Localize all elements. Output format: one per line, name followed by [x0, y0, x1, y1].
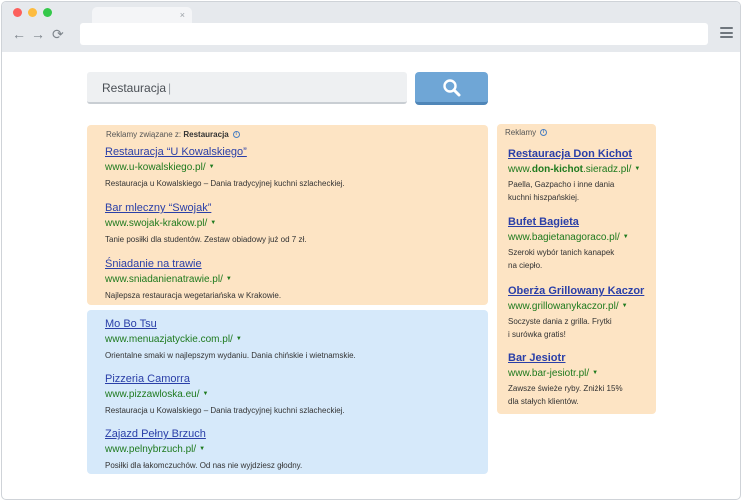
search-query: Restauracja — [102, 81, 167, 95]
side-ad-title-link[interactable]: Bar Jesiotr — [508, 352, 623, 365]
url-suffix: .sieradz.pl/ — [583, 164, 632, 176]
result-item: Pizzeria Camorra www.pizzawloska.eu/▼ Re… — [105, 373, 345, 416]
ad-title-link[interactable]: Śniadanie na trawie — [105, 258, 281, 271]
ad-title-link[interactable]: Restauracja “U Kowalskiego” — [105, 146, 345, 159]
close-window-button[interactable] — [13, 8, 22, 17]
dropdown-arrow-icon[interactable]: ▼ — [592, 370, 598, 376]
search-input[interactable]: Restauracja | — [87, 72, 407, 104]
ad-item: Śniadanie na trawie www.sniadanienatrawi… — [105, 258, 281, 301]
search-button[interactable] — [415, 72, 488, 105]
side-ad-item: Bar Jesiotr www.bar-jesiotr.pl/▼ Zawsze … — [508, 352, 623, 408]
desc-line: dla stałych klientów. — [508, 397, 579, 407]
result-url-text: www.menuazjatyckie.com.pl/ — [105, 334, 233, 346]
side-ad-item: Bufet Bagieta www.bagietanagoraco.pl/▼ S… — [508, 216, 629, 272]
address-bar[interactable] — [80, 23, 708, 45]
result-url: www.pelnybrzuch.pl/▼ — [105, 443, 302, 456]
side-ad-url: www.bar-jesiotr.pl/▼ — [508, 367, 623, 380]
forward-arrow-icon[interactable]: → — [31, 26, 45, 42]
ad-description: Restauracja u Kowalskiego – Dania tradyc… — [105, 179, 345, 189]
result-item: Zajazd Pełny Brzuch www.pelnybrzuch.pl/▼… — [105, 428, 302, 471]
side-ad-description: Paella, Gazpacho i inne dania kuchni hisz… — [508, 178, 640, 204]
side-ad-description: Soczyste dania z grilla. Frytki i surówka… — [508, 315, 644, 341]
result-description: Orientalne smaki w najlepszym wydaniu. D… — [105, 351, 356, 361]
ad-item: Bar mleczny “Swojak” www.swojak-krakow.p… — [105, 202, 306, 245]
side-ad-item: Oberża Grillowany Kaczor www.grillowanyk… — [508, 285, 644, 341]
dropdown-arrow-icon[interactable]: ▼ — [226, 276, 232, 282]
dropdown-arrow-icon[interactable]: ▼ — [209, 164, 215, 170]
top-ads-panel: Reklamy związane z: Restauracja i Restaur… — [87, 125, 488, 305]
desc-line: Soczyste dania z grilla. Frytki — [508, 317, 612, 327]
tab-close-icon[interactable]: × — [180, 9, 185, 21]
side-ad-url: www.bagietanagoraco.pl/▼ — [508, 231, 629, 244]
ad-url-text: www.u-kowalskiego.pl/ — [105, 162, 206, 174]
ad-item: Restauracja “U Kowalskiego” www.u-kowals… — [105, 146, 345, 189]
side-ad-url: www.grillowanykaczor.pl/▼ — [508, 300, 644, 313]
ad-url-text: www.sniadanienatrawie.pl/ — [105, 274, 223, 286]
result-description: Posiłki dla łakomczuchów. Od nas nie wyj… — [105, 461, 303, 471]
dropdown-arrow-icon[interactable]: ▼ — [634, 166, 640, 172]
reload-icon[interactable]: ⟳ — [52, 26, 64, 42]
info-icon[interactable]: i — [232, 131, 240, 139]
url-text: www.bagietanagoraco.pl/ — [508, 232, 620, 244]
desc-line: Szeroki wybór tanich kanapek — [508, 248, 615, 258]
text-caret: | — [168, 81, 172, 95]
side-ad-item: Restauracja Don Kichot www.don-kichot.si… — [508, 148, 640, 204]
dropdown-arrow-icon[interactable]: ▼ — [623, 234, 629, 240]
side-ads-label: Reklamy i — [505, 128, 548, 137]
organic-results-panel: Mo Bo Tsu www.menuazjatyckie.com.pl/▼ Or… — [87, 310, 488, 474]
desc-line: i surówka gratis! — [508, 330, 566, 340]
ad-description: Najlepsza restauracja wegetariańska w Kr… — [105, 291, 282, 301]
desc-line: na ciepło. — [508, 261, 543, 271]
url-keyword: don-kichot — [531, 164, 584, 176]
back-arrow-icon[interactable]: ← — [12, 26, 26, 42]
result-description: Restauracja u Kowalskiego – Dania tradyc… — [105, 406, 345, 416]
ad-url: www.sniadanienatrawie.pl/▼ — [105, 273, 281, 286]
result-item: Mo Bo Tsu www.menuazjatyckie.com.pl/▼ Or… — [105, 318, 356, 361]
minimize-window-button[interactable] — [28, 8, 37, 17]
top-ads-label: Reklamy związane z: Restauracja i — [106, 130, 240, 139]
ads-label-prefix: Reklamy związane z: — [106, 130, 182, 139]
hamburger-menu-icon[interactable] — [720, 27, 733, 38]
result-url: www.menuazjatyckie.com.pl/▼ — [105, 333, 356, 346]
maximize-window-button[interactable] — [43, 8, 52, 17]
url-text: www.bar-jesiotr.pl/ — [508, 368, 590, 380]
result-title-link[interactable]: Mo Bo Tsu — [105, 318, 356, 331]
browser-chrome: × ← → ⟳ — [2, 2, 740, 52]
browser-tab[interactable]: × — [92, 7, 192, 24]
side-ad-description: Szeroki wybór tanich kanapek na ciepło. — [508, 246, 629, 272]
url-prefix: www. — [508, 164, 532, 176]
result-title-link[interactable]: Pizzeria Camorra — [105, 373, 345, 386]
result-url-text: www.pizzawloska.eu/ — [105, 389, 200, 401]
side-ads-panel: Reklamy i Restauracja Don Kichot www.don-… — [497, 124, 656, 414]
desc-line: Zawsze świeże ryby. Zniżki 15% — [508, 384, 623, 394]
result-url-text: www.pelnybrzuch.pl/ — [105, 444, 197, 456]
side-ad-title-link[interactable]: Restauracja Don Kichot — [508, 148, 640, 161]
ad-description: Tanie posiłki dla studentów. Zestaw obia… — [105, 235, 307, 245]
side-ad-title-link[interactable]: Oberża Grillowany Kaczor — [508, 285, 644, 298]
desc-line: kuchni hiszpańskiej. — [508, 193, 580, 203]
dropdown-arrow-icon[interactable]: ▼ — [622, 303, 628, 309]
desc-line: Paella, Gazpacho i inne dania — [508, 180, 615, 190]
result-title-link[interactable]: Zajazd Pełny Brzuch — [105, 428, 302, 441]
ad-url-text: www.swojak-krakow.pl/ — [105, 218, 208, 230]
dropdown-arrow-icon[interactable]: ▼ — [210, 220, 216, 226]
side-ad-title-link[interactable]: Bufet Bagieta — [508, 216, 629, 229]
ad-url: www.swojak-krakow.pl/▼ — [105, 217, 306, 230]
dropdown-arrow-icon[interactable]: ▼ — [199, 446, 205, 452]
dropdown-arrow-icon[interactable]: ▼ — [236, 336, 242, 342]
ad-title-link[interactable]: Bar mleczny “Swojak” — [105, 202, 306, 215]
url-text: www.grillowanykaczor.pl/ — [508, 301, 619, 313]
side-ad-url: www.don-kichot.sieradz.pl/▼ — [508, 163, 640, 176]
side-ad-description: Zawsze świeże ryby. Zniżki 15% dla stałyc… — [508, 382, 623, 408]
magnifier-icon — [443, 79, 461, 97]
result-url: www.pizzawloska.eu/▼ — [105, 388, 345, 401]
info-icon[interactable]: i — [540, 129, 548, 137]
ads-label-keyword: Restauracja — [183, 130, 229, 139]
dropdown-arrow-icon[interactable]: ▼ — [202, 391, 208, 397]
browser-window: × ← → ⟳ Restauracja | Reklamy związane z:… — [1, 1, 741, 500]
ad-url: www.u-kowalskiego.pl/▼ — [105, 161, 345, 174]
side-ads-label-text: Reklamy — [505, 128, 537, 137]
